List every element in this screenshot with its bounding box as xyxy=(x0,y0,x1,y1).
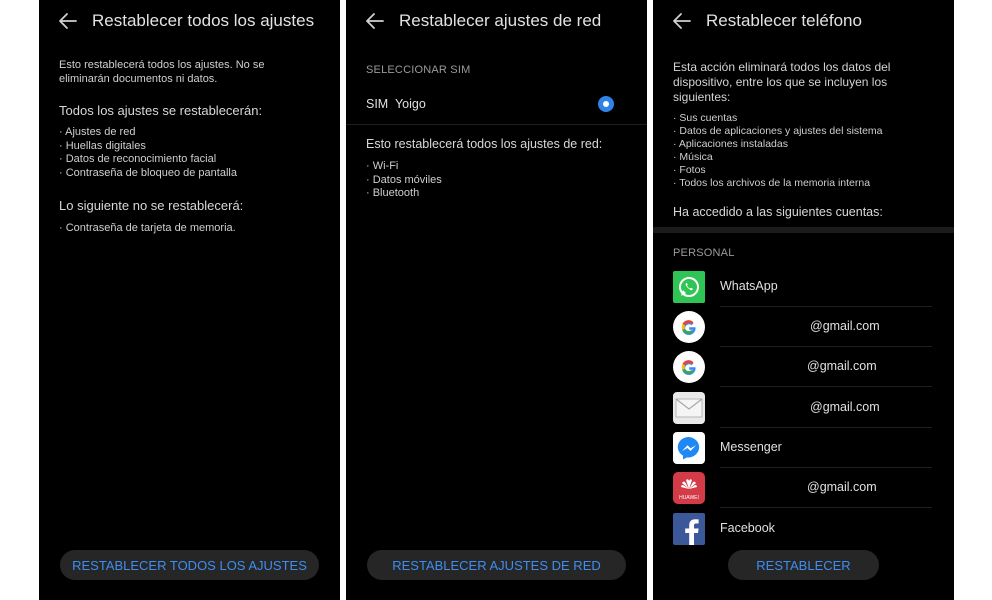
google-icon xyxy=(673,351,705,383)
reset-phone-button[interactable]: RESTABLECER xyxy=(728,550,879,580)
list-item: · Contraseña de bloqueo de pantalla xyxy=(59,166,237,179)
back-arrow-icon[interactable] xyxy=(364,10,386,32)
app-bar: Restablecer ajustes de red xyxy=(346,0,647,42)
reset-all-button[interactable]: RESTABLECER TODOS LOS AJUSTES xyxy=(60,550,319,580)
reset-heading: Todos los ajustes se restablecerán: xyxy=(59,103,263,118)
reset-network-button[interactable]: RESTABLECER AJUSTES DE RED xyxy=(367,550,626,580)
account-row-facebook[interactable]: Facebook xyxy=(653,509,954,549)
divider xyxy=(720,507,932,508)
list-item: · Contraseña de tarjeta de memoria. xyxy=(59,222,236,234)
keep-list: · Contraseña de tarjeta de memoria. xyxy=(59,222,236,236)
account-row-messenger[interactable]: Messenger xyxy=(653,428,954,468)
erase-list: · Sus cuentas · Datos de aplicaciones y … xyxy=(673,112,883,190)
select-sim-label: SELECCIONAR SIM xyxy=(366,64,471,76)
list-item: · Datos de aplicaciones y ajustes del si… xyxy=(673,125,883,137)
app-bar: Restablecer todos los ajustes xyxy=(39,0,340,42)
divider xyxy=(720,386,932,387)
description-line: dispositivo, entre los que se incluyen l… xyxy=(673,75,888,89)
list-item: · Datos móviles xyxy=(366,173,442,186)
network-list: · Wi-Fi · Datos móviles · Bluetooth xyxy=(366,160,442,201)
description-line: siguientes: xyxy=(673,90,731,104)
list-item: · Datos de reconocimiento facial xyxy=(59,153,217,166)
account-email: @gmail.com xyxy=(807,480,877,494)
app-bar: Restablecer teléfono xyxy=(653,0,954,42)
whatsapp-icon xyxy=(673,271,705,303)
list-item: · Ajustes de red xyxy=(59,126,136,138)
section-separator xyxy=(653,227,954,233)
account-label: Messenger xyxy=(720,440,782,454)
account-row-mail[interactable]: @gmail.com xyxy=(653,388,954,428)
description-line-2: eliminarán documentos ni datos. xyxy=(59,73,218,85)
back-arrow-icon[interactable] xyxy=(671,10,693,32)
keep-heading: Lo siguiente no se restablecerá: xyxy=(59,198,244,213)
reset-phone-screen: Restablecer teléfono Esta acción elimina… xyxy=(653,0,954,600)
accounts-heading: Ha accedido a las siguientes cuentas: xyxy=(673,205,883,219)
list-item: · Aplicaciones instaladas xyxy=(673,138,788,150)
account-row-google[interactable]: @gmail.com xyxy=(653,307,954,347)
huawei-icon: HUAWEI xyxy=(673,472,705,504)
list-item: · Todos los archivos de la memoria inter… xyxy=(673,177,871,189)
personal-label: PERSONAL xyxy=(673,247,735,259)
sim-label: SIM Yoigo xyxy=(366,97,426,111)
account-label: WhatsApp xyxy=(720,279,778,293)
account-row-huawei[interactable]: HUAWEI @gmail.com xyxy=(653,468,954,508)
reset-list: · Ajustes de red · Huellas digitales · D… xyxy=(59,126,237,180)
reset-network-screen: Restablecer ajustes de red SELECCIONAR S… xyxy=(346,0,647,600)
page-title: Restablecer teléfono xyxy=(706,11,862,30)
list-item: · Wi-Fi xyxy=(366,160,399,172)
list-item: · Sus cuentas xyxy=(673,112,738,124)
description-line-1: Esto restablecerá todos los ajustes. No … xyxy=(59,59,265,71)
description-line: Esta acción eliminará todos los datos de… xyxy=(673,60,891,74)
page-title: Restablecer ajustes de red xyxy=(399,11,602,30)
list-item: · Bluetooth xyxy=(366,187,420,200)
list-item: · Huellas digitales xyxy=(59,139,146,152)
account-email: @gmail.com xyxy=(810,400,880,414)
network-heading: Esto restablecerá todos los ajustes de r… xyxy=(366,137,603,151)
account-label: Facebook xyxy=(720,521,775,535)
account-email: @gmail.com xyxy=(807,359,877,373)
sim-option-row[interactable]: SIM Yoigo xyxy=(346,86,647,124)
mail-icon xyxy=(673,392,705,424)
account-row-whatsapp[interactable]: WhatsApp xyxy=(653,267,954,307)
list-item: · Fotos xyxy=(673,164,706,176)
huawei-icon-text: HUAWEI xyxy=(679,495,699,501)
divider xyxy=(346,124,647,125)
account-row-google[interactable]: @gmail.com xyxy=(653,347,954,387)
description: Esta acción eliminará todos los datos de… xyxy=(673,60,890,105)
reset-all-settings-screen: Restablecer todos los ajustes Esto resta… xyxy=(39,0,340,600)
page-title: Restablecer todos los ajustes xyxy=(92,11,315,30)
google-icon xyxy=(673,311,705,343)
account-email: @gmail.com xyxy=(810,319,880,333)
sim-radio-button[interactable] xyxy=(598,96,614,112)
messenger-icon xyxy=(673,432,705,464)
list-item: · Música xyxy=(673,151,713,163)
back-arrow-icon[interactable] xyxy=(57,10,79,32)
facebook-icon xyxy=(673,513,705,545)
